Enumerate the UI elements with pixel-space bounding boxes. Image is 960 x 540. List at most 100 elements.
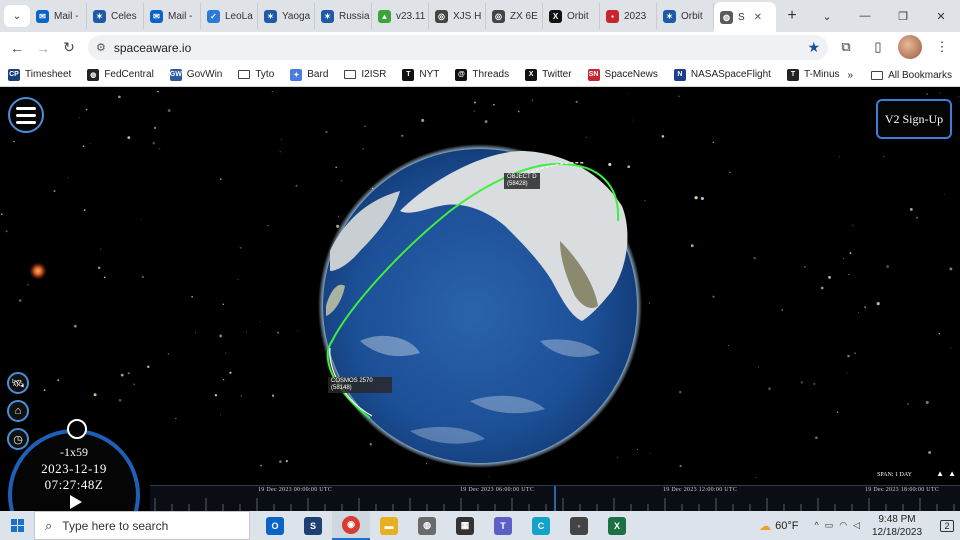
star bbox=[118, 398, 122, 402]
star bbox=[938, 333, 940, 335]
browser-tab[interactable]: ◎ ZX 6E bbox=[486, 3, 543, 29]
site-settings-icon[interactable]: ⚙ bbox=[96, 41, 106, 54]
bookmark-item[interactable]: CP Timesheet bbox=[0, 68, 79, 81]
bookmark-item[interactable]: T NYT bbox=[394, 68, 447, 81]
taskbar-app[interactable]: ◍ bbox=[408, 511, 446, 540]
window-controls: ⌄ — ❐ ✕ bbox=[808, 0, 960, 32]
tab-search-button[interactable]: ⌄ bbox=[4, 5, 30, 27]
bookmark-item[interactable]: GW GovWin bbox=[162, 68, 231, 81]
taskbar-clock[interactable]: 9:48 PM 12/18/2023 bbox=[866, 513, 928, 539]
browser-tab[interactable]: ▲ v23.11 bbox=[372, 3, 429, 29]
taskbar-app[interactable]: ▬ bbox=[370, 511, 408, 540]
browser-tab[interactable]: ✓ LeoLa bbox=[201, 3, 258, 29]
volume-icon[interactable]: ◁ bbox=[853, 520, 860, 531]
bookmarks-overflow-button[interactable]: » bbox=[848, 70, 854, 81]
bookmark-item[interactable]: @ Threads bbox=[447, 68, 517, 81]
leolabs-icon: ✓ bbox=[207, 9, 220, 23]
star bbox=[846, 372, 848, 373]
tab-label: 2023 bbox=[624, 10, 647, 22]
bookmark-label: SpaceNews bbox=[604, 69, 658, 80]
earth-globe[interactable] bbox=[318, 144, 642, 468]
browser-tab[interactable]: ✉ Mail - bbox=[30, 3, 87, 29]
bookmark-item[interactable]: ✦ Bard bbox=[282, 68, 336, 81]
spacenews-icon: SN bbox=[587, 68, 600, 81]
browser-tab[interactable]: ✉ Mail - bbox=[144, 3, 201, 29]
browser-tab[interactable]: ✶ Orbit bbox=[657, 3, 714, 29]
windows-taskbar: ⌕ Type here to search O S ◉ ▬ ◍ ▦ T C ◦ X ☁ 60°F … bbox=[0, 511, 960, 540]
close-tab-icon[interactable]: ✕ bbox=[754, 12, 762, 23]
taskbar-app[interactable]: ◦ bbox=[560, 511, 598, 540]
browser-tab[interactable]: ✶ Russia bbox=[315, 3, 372, 29]
bookmark-item[interactable]: T T-Minus bbox=[779, 68, 848, 81]
main-menu-button[interactable] bbox=[8, 97, 44, 133]
taskbar-app[interactable]: ▦ bbox=[446, 511, 484, 540]
release-icon: ▲ bbox=[378, 9, 391, 23]
taskbar-app[interactable]: C bbox=[522, 511, 560, 540]
time-speed-knob[interactable] bbox=[67, 419, 87, 439]
bookmark-star-icon[interactable]: ★ bbox=[807, 39, 820, 56]
extensions-icon[interactable]: ⧉ bbox=[834, 35, 858, 59]
taskbar-search[interactable]: ⌕ Type here to search bbox=[34, 511, 250, 540]
bookmark-item[interactable]: SN SpaceNews bbox=[580, 68, 666, 81]
all-bookmarks-button[interactable]: All Bookmarks bbox=[871, 70, 952, 81]
globe-viewport[interactable]: V2 Sign-Up OBJECT D (58428) COSMOS 2570 … bbox=[0, 91, 960, 511]
chevron-down-icon[interactable]: ⌄ bbox=[808, 0, 846, 32]
kebab-menu-icon[interactable]: ⋮ bbox=[930, 35, 954, 59]
satellite-icon[interactable]: 🛰 bbox=[7, 372, 29, 394]
clock-time: 9:48 PM bbox=[878, 513, 916, 525]
bookmark-item[interactable]: Tyto bbox=[230, 69, 282, 80]
back-button[interactable]: ← bbox=[4, 35, 30, 61]
taskbar-app[interactable]: ◉ bbox=[332, 511, 370, 540]
star bbox=[679, 464, 682, 468]
copilot-icon: ◦ bbox=[570, 516, 588, 535]
satellite-label-object-d[interactable]: OBJECT D (58428) bbox=[504, 173, 540, 189]
close-button[interactable]: ✕ bbox=[922, 0, 960, 32]
address-bar[interactable]: ⚙ spaceaware.io ★ bbox=[88, 35, 828, 60]
browser-tab[interactable]: ◎ XJS H bbox=[429, 3, 486, 29]
bookmark-item[interactable]: X Twitter bbox=[517, 68, 579, 81]
side-panel-icon[interactable]: ▯ bbox=[866, 35, 890, 59]
chevron-up-icon[interactable]: ^ bbox=[814, 520, 818, 531]
taskbar-apps: O S ◉ ▬ ◍ ▦ T C ◦ X bbox=[256, 511, 636, 540]
network-icon[interactable]: ▭ bbox=[825, 520, 834, 531]
browser-tab[interactable]: ✶ Celes bbox=[87, 3, 144, 29]
v2-signup-button[interactable]: V2 Sign-Up bbox=[876, 99, 952, 139]
avatar[interactable] bbox=[898, 35, 922, 59]
taskbar-app[interactable]: S bbox=[294, 511, 332, 540]
start-button[interactable] bbox=[0, 511, 34, 540]
star bbox=[484, 120, 488, 124]
browser-tab[interactable]: ✶ Yaoga bbox=[258, 3, 315, 29]
restore-button[interactable]: ❐ bbox=[884, 0, 922, 32]
reload-button[interactable]: ↻ bbox=[56, 35, 82, 61]
star-icon: ✶ bbox=[321, 9, 334, 23]
browser-tab[interactable]: ▪ 2023 bbox=[600, 3, 657, 29]
bookmark-item[interactable]: I2ISR bbox=[336, 69, 394, 80]
star bbox=[401, 134, 404, 137]
new-tab-button[interactable]: + bbox=[780, 4, 804, 28]
browser-tab[interactable]: ◍ S ✕ bbox=[714, 2, 776, 32]
satellite-label-cosmos-2570[interactable]: COSMOS 2570 (58148) bbox=[328, 377, 392, 393]
taskbar-app[interactable]: X bbox=[598, 511, 636, 540]
star bbox=[678, 390, 682, 394]
notification-button[interactable]: 2 bbox=[934, 511, 960, 540]
home-icon[interactable]: ⌂ bbox=[7, 400, 29, 422]
taskbar-app[interactable]: T bbox=[484, 511, 522, 540]
bookmark-item[interactable]: ◍ FedCentral bbox=[79, 68, 161, 81]
star bbox=[93, 393, 97, 397]
weather-widget[interactable]: ☁ 60°F bbox=[759, 519, 798, 533]
play-icon[interactable] bbox=[70, 495, 82, 509]
star bbox=[147, 365, 150, 369]
star bbox=[159, 148, 161, 150]
minimize-button[interactable]: — bbox=[846, 0, 884, 32]
zoom-down-icon[interactable]: ▲ bbox=[948, 469, 956, 478]
timeline-bar[interactable]: 19 Dec 2023 00:00:00 UTC 19 Dec 2023 06:… bbox=[150, 485, 960, 511]
star bbox=[140, 218, 142, 220]
bookmark-item[interactable]: N NASASpaceFlight bbox=[666, 68, 779, 81]
zoom-up-icon[interactable]: ▲ bbox=[936, 469, 944, 478]
browser-tab[interactable]: X Orbit bbox=[543, 3, 600, 29]
star bbox=[958, 96, 959, 97]
wifi-icon[interactable]: ◠ bbox=[839, 520, 847, 531]
taskbar-app[interactable]: O bbox=[256, 511, 294, 540]
forward-button[interactable]: → bbox=[30, 35, 56, 61]
notification-count: 2 bbox=[940, 519, 954, 532]
